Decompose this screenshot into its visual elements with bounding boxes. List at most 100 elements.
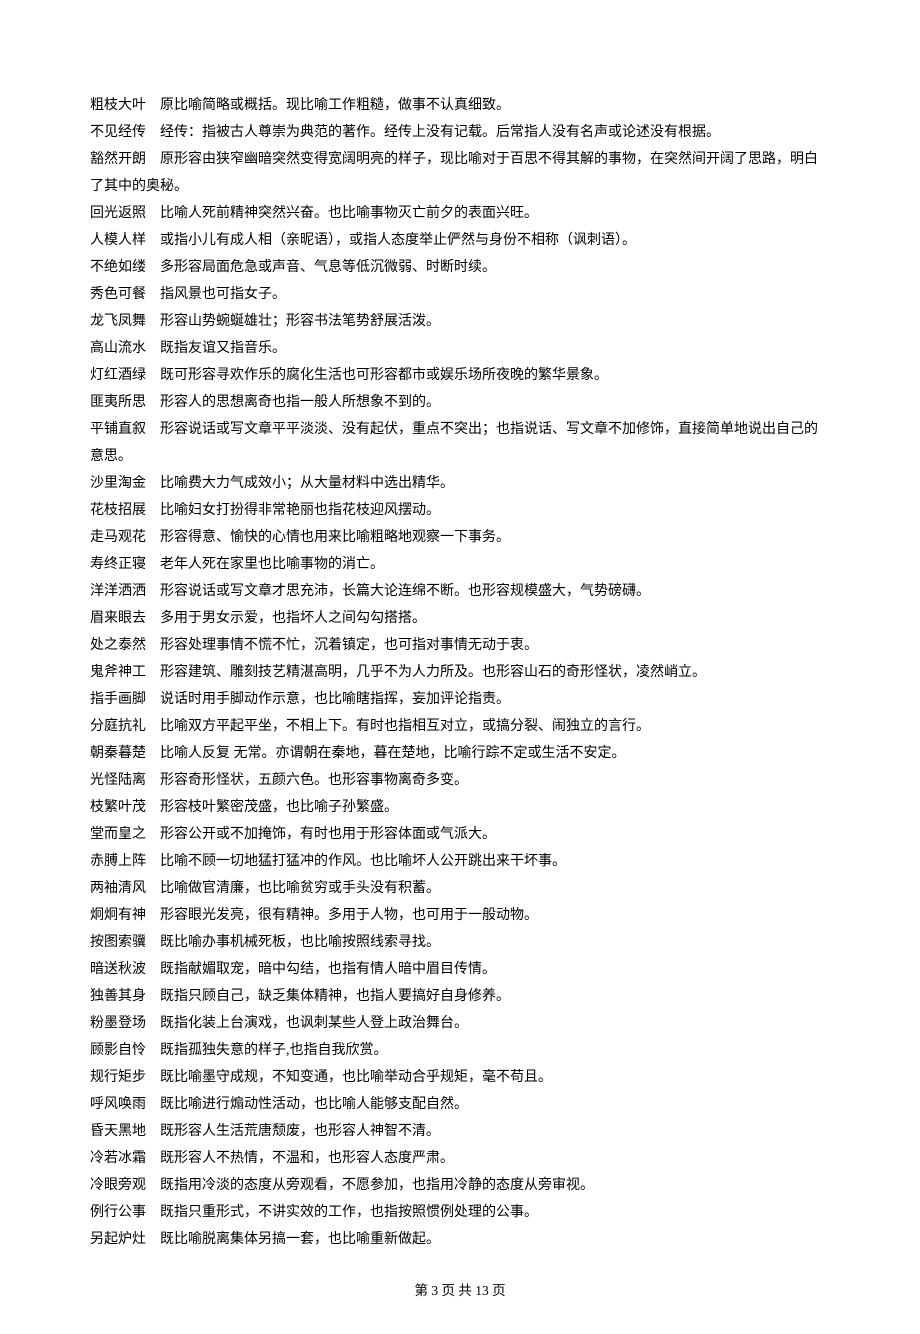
idiom-definition: 既比喻办事机械死板，也比喻按照线索寻找。 [160, 935, 440, 950]
idiom-term: 回光返照 [90, 206, 146, 221]
idiom-definition: 形容人的思想离奇也指一般人所想象不到的。 [160, 395, 440, 410]
idiom-entry: 炯炯有神形容眼光发亮，很有精神。多用于人物，也可用于一般动物。 [90, 902, 830, 929]
idiom-term: 鬼斧神工 [90, 665, 146, 680]
idiom-entry: 呼风唤雨既比喻进行煽动性活动，也比喻人能够支配自然。 [90, 1091, 830, 1118]
idiom-term: 枝繁叶茂 [90, 800, 146, 815]
idiom-definition: 老年人死在家里也比喻事物的消亡。 [160, 557, 384, 572]
idiom-definition: 既可形容寻欢作乐的腐化生活也可形容都市或娱乐场所夜晚的繁华景象。 [160, 368, 608, 383]
idiom-term: 沙里淘金 [90, 476, 146, 491]
idiom-entry: 两袖清风比喻做官清廉，也比喻贫穷或手头没有积蓄。 [90, 875, 830, 902]
idiom-term: 龙飞凤舞 [90, 314, 146, 329]
idiom-term: 粉墨登场 [90, 1016, 146, 1031]
idiom-definition: 形容说话或写文章才思充沛，长篇大论连绵不断。也形容规模盛大，气势磅礴。 [160, 584, 650, 599]
idiom-term: 匪夷所思 [90, 395, 146, 410]
idiom-entry: 冷若冰霜既形容人不热情，不温和，也形容人态度严肃。 [90, 1145, 830, 1172]
idiom-definition: 既指献媚取宠，暗中勾结，也指有情人暗中眉目传情。 [160, 962, 496, 977]
idiom-term: 不绝如缕 [90, 260, 146, 275]
idiom-entry: 回光返照比喻人死前精神突然兴奋。也比喻事物灭亡前夕的表面兴旺。 [90, 200, 830, 227]
idiom-entry: 眉来眼去多用于男女示爱，也指坏人之间勾勾搭搭。 [90, 605, 830, 632]
idiom-definition: 比喻费大力气成效小；从大量材料中选出精华。 [160, 476, 454, 491]
idiom-term: 独善其身 [90, 989, 146, 1004]
idiom-term: 炯炯有神 [90, 908, 146, 923]
idiom-term: 暗送秋波 [90, 962, 146, 977]
idiom-definition: 原形容由狭窄幽暗突然变得宽阔明亮的样子，现比喻对于百思不得其解的事物，在突然间开… [90, 152, 818, 194]
idiom-entry: 不绝如缕多形容局面危急或声音、气息等低沉微弱、时断时续。 [90, 254, 830, 281]
idiom-term: 昏天黑地 [90, 1124, 146, 1139]
idiom-entry: 花枝招展比喻妇女打扮得非常艳丽也指花枝迎风摆动。 [90, 497, 830, 524]
idiom-term: 赤膊上阵 [90, 854, 146, 869]
idiom-term: 冷眼旁观 [90, 1178, 146, 1193]
idiom-term: 走马观花 [90, 530, 146, 545]
idiom-entry: 高山流水既指友谊又指音乐。 [90, 335, 830, 362]
idiom-entry: 朝秦暮楚比喻人反复 无常。亦谓朝在秦地，暮在楚地，比喻行踪不定或生活不安定。 [90, 740, 830, 767]
footer-total: 13 [475, 1283, 489, 1298]
idiom-term: 按图索骥 [90, 935, 146, 950]
idiom-term: 冷若冰霜 [90, 1151, 146, 1166]
idiom-entry: 不见经传经传：指被古人尊崇为典范的著作。经传上没有记载。后常指人没有名声或论述没… [90, 119, 830, 146]
idiom-entry: 指手画脚说话时用手脚动作示意，也比喻瞎指挥，妄加评论指责。 [90, 686, 830, 713]
idiom-definition: 既指用冷淡的态度从旁观看，不愿参加，也指用冷静的态度从旁审视。 [160, 1178, 594, 1193]
idiom-definition: 既指友谊又指音乐。 [160, 341, 286, 356]
idiom-term: 洋洋洒洒 [90, 584, 146, 599]
idiom-entry: 规行矩步既比喻墨守成规，不知变通，也比喻举动合乎规矩，毫不苟且。 [90, 1064, 830, 1091]
idiom-definition: 形容公开或不加掩饰，有时也用于形容体面或气派大。 [160, 827, 496, 842]
idiom-entry: 走马观花形容得意、愉快的心情也用来比喻粗略地观察一下事务。 [90, 524, 830, 551]
footer-suffix: 页 [489, 1283, 506, 1298]
idiom-entry: 匪夷所思形容人的思想离奇也指一般人所想象不到的。 [90, 389, 830, 416]
idiom-definition: 既指孤独失意的样子,也指自我欣赏。 [160, 1043, 388, 1058]
idiom-entry: 平铺直叙形容说话或写文章平平淡淡、没有起伏，重点不突出；也指说话、写文章不加修饰… [90, 416, 830, 470]
idiom-entry: 堂而皇之形容公开或不加掩饰，有时也用于形容体面或气派大。 [90, 821, 830, 848]
idiom-definition: 比喻人死前精神突然兴奋。也比喻事物灭亡前夕的表面兴旺。 [160, 206, 538, 221]
idiom-entry: 人模人样或指小儿有成人相（亲昵语），或指人态度举止俨然与身份不相称（讽刺语）。 [90, 227, 830, 254]
idiom-entry: 暗送秋波既指献媚取宠，暗中勾结，也指有情人暗中眉目传情。 [90, 956, 830, 983]
idiom-definition: 形容奇形怪状，五颜六色。也形容事物离奇多变。 [160, 773, 468, 788]
idiom-entry: 洋洋洒洒形容说话或写文章才思充沛，长篇大论连绵不断。也形容规模盛大，气势磅礴。 [90, 578, 830, 605]
idiom-definition: 既指只重形式，不讲实效的工作，也指按照惯例处理的公事。 [160, 1205, 538, 1220]
idiom-definition: 形容建筑、雕刻技艺精湛高明，几乎不为人力所及。也形容山石的奇形怪状，凌然峭立。 [160, 665, 706, 680]
idiom-term: 灯红酒绿 [90, 368, 146, 383]
idiom-entry: 赤膊上阵比喻不顾一切地猛打猛冲的作风。也比喻坏人公开跳出来干坏事。 [90, 848, 830, 875]
document-page: 粗枝大叶原比喻简略或概括。现比喻工作粗糙，做事不认真细致。不见经传经传：指被古人… [0, 0, 920, 1334]
idiom-entry: 例行公事既指只重形式，不讲实效的工作，也指按照惯例处理的公事。 [90, 1199, 830, 1226]
idiom-definition: 多形容局面危急或声音、气息等低沉微弱、时断时续。 [160, 260, 496, 275]
idiom-entry: 粗枝大叶原比喻简略或概括。现比喻工作粗糙，做事不认真细致。 [90, 92, 830, 119]
footer-prefix: 第 [414, 1283, 431, 1298]
idiom-definition: 比喻做官清廉，也比喻贫穷或手头没有积蓄。 [160, 881, 440, 896]
idiom-term: 眉来眼去 [90, 611, 146, 626]
idiom-definition: 经传：指被古人尊崇为典范的著作。经传上没有记载。后常指人没有名声或论述没有根据。 [160, 125, 720, 140]
idiom-entry: 秀色可餐指风景也可指女子。 [90, 281, 830, 308]
idiom-definition: 原比喻简略或概括。现比喻工作粗糙，做事不认真细致。 [160, 98, 510, 113]
idiom-definition: 既比喻进行煽动性活动，也比喻人能够支配自然。 [160, 1097, 468, 1112]
idiom-entry: 按图索骥既比喻办事机械死板，也比喻按照线索寻找。 [90, 929, 830, 956]
idiom-definition: 指风景也可指女子。 [160, 287, 286, 302]
idiom-entry: 处之泰然形容处理事情不慌不忙，沉着镇定，也可指对事情无动于衷。 [90, 632, 830, 659]
idiom-entry: 寿终正寝老年人死在家里也比喻事物的消亡。 [90, 551, 830, 578]
idiom-definition: 既指只顾自己，缺乏集体精神，也指人要搞好自身修养。 [160, 989, 510, 1004]
idiom-entry: 光怪陆离形容奇形怪状，五颜六色。也形容事物离奇多变。 [90, 767, 830, 794]
idiom-term: 呼风唤雨 [90, 1097, 146, 1112]
idiom-term: 顾影自怜 [90, 1043, 146, 1058]
idiom-definition: 比喻双方平起平坐，不相上下。有时也指相互对立，或搞分裂、闹独立的言行。 [160, 719, 650, 734]
idiom-term: 分庭抗礼 [90, 719, 146, 734]
idiom-entry: 冷眼旁观既指用冷淡的态度从旁观看，不愿参加，也指用冷静的态度从旁审视。 [90, 1172, 830, 1199]
idiom-term: 粗枝大叶 [90, 98, 146, 113]
idiom-definition: 形容眼光发亮，很有精神。多用于人物，也可用于一般动物。 [160, 908, 538, 923]
idiom-definition: 形容得意、愉快的心情也用来比喻粗略地观察一下事务。 [160, 530, 510, 545]
idiom-entry: 独善其身既指只顾自己，缺乏集体精神，也指人要搞好自身修养。 [90, 983, 830, 1010]
idiom-term: 寿终正寝 [90, 557, 146, 572]
idiom-term: 指手画脚 [90, 692, 146, 707]
idiom-definition: 形容枝叶繁密茂盛，也比喻子孙繁盛。 [160, 800, 398, 815]
idiom-entry: 鬼斧神工形容建筑、雕刻技艺精湛高明，几乎不为人力所及。也形容山石的奇形怪状，凌然… [90, 659, 830, 686]
page-footer: 第 3 页 共 13 页 [90, 1277, 830, 1304]
idiom-term: 光怪陆离 [90, 773, 146, 788]
idiom-term: 另起炉灶 [90, 1232, 146, 1247]
idiom-entry: 灯红酒绿既可形容寻欢作乐的腐化生活也可形容都市或娱乐场所夜晚的繁华景象。 [90, 362, 830, 389]
idiom-entry: 粉墨登场既指化装上台演戏，也讽刺某些人登上政治舞台。 [90, 1010, 830, 1037]
idiom-term: 堂而皇之 [90, 827, 146, 842]
idiom-definition: 既指化装上台演戏，也讽刺某些人登上政治舞台。 [160, 1016, 468, 1031]
idiom-entry: 枝繁叶茂形容枝叶繁密茂盛，也比喻子孙繁盛。 [90, 794, 830, 821]
idiom-definition: 形容处理事情不慌不忙，沉着镇定，也可指对事情无动于衷。 [160, 638, 538, 653]
idiom-entry: 昏天黑地既形容人生活荒唐颓废，也形容人神智不清。 [90, 1118, 830, 1145]
idiom-definition: 比喻人反复 无常。亦谓朝在秦地，暮在楚地，比喻行踪不定或生活不安定。 [160, 746, 626, 761]
idiom-term: 高山流水 [90, 341, 146, 356]
